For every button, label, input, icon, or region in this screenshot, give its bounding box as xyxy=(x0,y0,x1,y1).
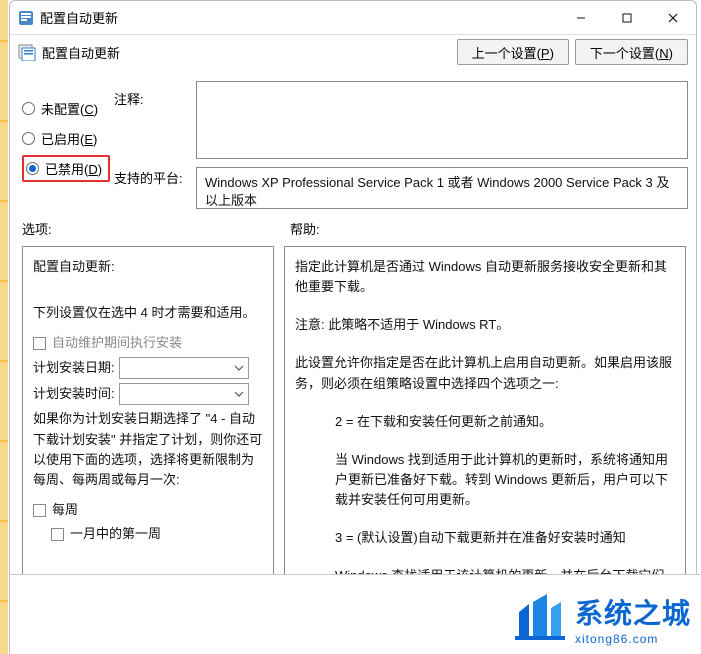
highlighted-selection: 已禁用(D) xyxy=(22,155,110,182)
radio-not-configured[interactable]: 未配置(C) xyxy=(22,95,114,121)
options-note: 如果你为计划安装日期选择了 "4 - 自动下载计划安装" 并指定了计划，则你还可… xyxy=(33,409,265,490)
watermark-cn: 系统之城 xyxy=(575,592,691,632)
comment-label: 注释: xyxy=(114,89,196,108)
dialog-window: 配置自动更新 配置自动更新 上一个设置(P) 下一个设置(N) 未配置(C) 已… xyxy=(9,0,697,654)
state-radio-group: 未配置(C) 已启用(E) 已禁用(D) xyxy=(22,75,114,209)
help-label: 帮助: xyxy=(290,219,320,238)
radio-icon xyxy=(22,102,35,115)
section-labels: 选项: 帮助: xyxy=(10,209,696,242)
titlebar: 配置自动更新 xyxy=(10,1,696,35)
options-header: 配置自动更新: xyxy=(33,257,265,277)
radio-icon xyxy=(26,162,39,175)
install-time-label: 计划安装时间: xyxy=(33,384,119,404)
install-time-dropdown[interactable] xyxy=(119,383,249,405)
policy-header-icon xyxy=(18,43,36,61)
supported-on-textbox[interactable]: Windows XP Professional Service Pack 1 或… xyxy=(196,167,688,209)
help-paragraph: 当 Windows 找到适用于此计算机的更新时，系统将通知用户更新已准备好下载。… xyxy=(335,450,677,510)
watermark-en: xitong86.com xyxy=(575,632,691,646)
help-paragraph: 此设置允许你指定是否在此计算机上启用自动更新。如果启用该服务，则必须在组策略设置… xyxy=(295,353,677,393)
mid-labels: 注释: 支持的平台: xyxy=(114,75,196,209)
checkbox-label: 每周 xyxy=(52,500,78,520)
options-pane[interactable]: 配置自动更新: 下列设置仅在选中 4 时才需要和适用。 自动维护期间执行安装 计… xyxy=(22,246,274,580)
checkbox-icon xyxy=(51,528,64,541)
comment-textbox[interactable] xyxy=(196,81,688,159)
checkbox-icon xyxy=(33,337,46,350)
next-setting-button[interactable]: 下一个设置(N) xyxy=(575,39,688,65)
policy-icon xyxy=(18,10,34,26)
right-column: Windows XP Professional Service Pack 1 或… xyxy=(196,75,688,209)
help-pane[interactable]: 指定此计算机是否通过 Windows 自动更新服务接收安全更新和其他重要下载。 … xyxy=(284,246,686,580)
install-day-row: 计划安装日期: xyxy=(33,357,265,379)
radio-label: 未配置(C) xyxy=(41,99,98,118)
help-paragraph: 2 = 在下载和安装任何更新之前通知。 xyxy=(335,412,677,432)
close-button[interactable] xyxy=(650,3,696,33)
subheader: 配置自动更新 上一个设置(P) 下一个设置(N) xyxy=(10,35,696,69)
page-background-stripe xyxy=(0,0,8,654)
supported-on-label: 支持的平台: xyxy=(114,168,196,187)
top-area: 未配置(C) 已启用(E) 已禁用(D) 注释: 支持的平台: Windows … xyxy=(10,69,696,209)
radio-label: 已启用(E) xyxy=(41,129,97,148)
checkbox-label: 自动维护期间执行安装 xyxy=(52,333,182,353)
maximize-button[interactable] xyxy=(604,3,650,33)
radio-disabled[interactable]: 已禁用(D) xyxy=(22,155,114,181)
watermark-text-block: 系统之城 xitong86.com xyxy=(575,592,691,646)
radio-label: 已禁用(D) xyxy=(45,159,102,178)
help-paragraph: 注意: 此策略不适用于 Windows RT。 xyxy=(295,315,677,335)
help-paragraph: 指定此计算机是否通过 Windows 自动更新服务接收安全更新和其他重要下载。 xyxy=(295,257,677,297)
radio-enabled[interactable]: 已启用(E) xyxy=(22,125,114,151)
install-time-row: 计划安装时间: xyxy=(33,383,265,405)
install-day-label: 计划安装日期: xyxy=(33,358,119,378)
checkbox-icon xyxy=(33,504,46,517)
checkbox-label: 一月中的第一周 xyxy=(70,524,161,544)
help-paragraph: 3 = (默认设置)自动下载更新并在准备好安装时通知 xyxy=(335,528,677,548)
policy-title: 配置自动更新 xyxy=(42,43,120,62)
options-label: 选项: xyxy=(22,219,290,238)
radio-icon xyxy=(22,132,35,145)
window-title: 配置自动更新 xyxy=(40,8,118,27)
weekly-checkbox-row[interactable]: 每周 xyxy=(33,500,265,520)
previous-setting-button[interactable]: 上一个设置(P) xyxy=(457,39,569,65)
maintenance-checkbox-row[interactable]: 自动维护期间执行安装 xyxy=(33,333,265,353)
supported-on-text: Windows XP Professional Service Pack 1 或… xyxy=(205,175,669,208)
minimize-button[interactable] xyxy=(558,3,604,33)
chevron-down-icon xyxy=(234,365,244,371)
chevron-down-icon xyxy=(234,391,244,397)
options-intro: 下列设置仅在选中 4 时才需要和适用。 xyxy=(33,303,265,323)
install-day-dropdown[interactable] xyxy=(119,357,249,379)
watermark: 系统之城 xitong86.com xyxy=(513,592,691,646)
first-week-checkbox-row[interactable]: 一月中的第一周 xyxy=(51,524,265,544)
watermark-logo-icon xyxy=(513,592,567,646)
